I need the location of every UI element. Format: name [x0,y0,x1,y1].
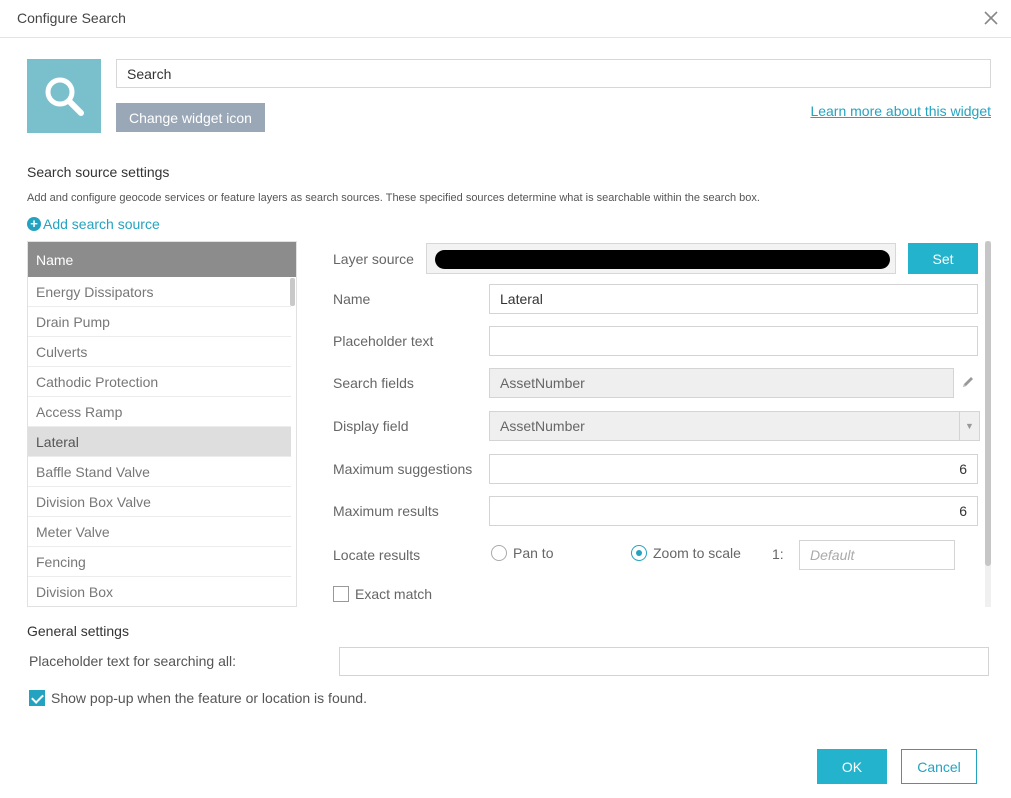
redacted-url [435,250,890,269]
exact-match-label: Exact match [355,586,433,602]
configure-search-dialog: Configure Search Change widget icon Lear… [0,0,1011,798]
zoom-to-scale-label: Zoom to scale [653,545,741,561]
list-item[interactable]: Baffle Stand Valve [28,457,291,487]
scale-prefix: 1: [772,546,784,562]
exact-match-option[interactable]: Exact match [333,586,432,602]
form-scrollbar[interactable] [985,241,991,607]
zoom-to-scale-radio-option[interactable]: Zoom to scale [631,545,741,561]
locate-results-label: Locate results [333,547,421,563]
close-icon[interactable] [981,8,1001,28]
display-field-value: AssetNumber [500,418,585,434]
widget-icon-preview [27,59,101,133]
placeholder-text-input[interactable] [489,326,978,356]
layer-source-label: Layer source [333,251,414,267]
search-fields-label: Search fields [333,375,414,391]
list-item[interactable]: Drain Pump [28,307,291,337]
list-item[interactable]: Division Box Valve [28,487,291,517]
dialog-title-bar: Configure Search [0,0,1011,38]
list-item[interactable]: Cathodic Protection [28,367,291,397]
plus-circle-icon: + [27,217,41,231]
general-settings-title: General settings [27,623,129,639]
add-search-source-link[interactable]: + Add search source [27,216,160,232]
add-search-source-label: Add search source [43,216,160,232]
show-popup-option[interactable]: Show pop-up when the feature or location… [29,690,367,706]
list-item[interactable]: Fencing [28,547,291,577]
search-icon [45,77,84,116]
widget-label-input[interactable] [116,59,991,88]
layer-source-field [426,243,896,274]
search-source-list: Name Energy Dissipators Drain Pump Culve… [27,241,297,607]
placeholder-text-label: Placeholder text [333,333,434,349]
search-source-description: Add and configure geocode services or fe… [27,192,760,204]
change-widget-icon-button[interactable]: Change widget icon [116,103,265,132]
list-item[interactable]: Energy Dissipators [28,277,291,307]
name-label: Name [333,291,371,307]
zoom-to-scale-radio[interactable] [631,545,647,561]
maximum-results-input[interactable]: 6 [489,496,978,526]
list-header-name: Name [28,242,296,277]
exact-match-checkbox[interactable] [333,586,349,602]
pan-to-radio[interactable] [491,545,507,561]
list-item[interactable]: Meter Valve [28,517,291,547]
scale-input[interactable]: Default [799,540,955,570]
show-popup-checkbox[interactable] [29,690,45,706]
dialog-title: Configure Search [17,10,126,26]
list-item-selected[interactable]: Lateral [28,427,291,457]
pan-to-radio-option[interactable]: Pan to [491,545,553,561]
cancel-button[interactable]: Cancel [901,749,977,784]
form-scrollbar-thumb[interactable] [985,241,991,566]
display-field-label: Display field [333,418,409,434]
maximum-suggestions-input[interactable]: 6 [489,454,978,484]
set-layer-source-button[interactable]: Set [908,243,978,274]
search-source-settings-title: Search source settings [27,164,170,180]
maximum-results-label: Maximum results [333,503,439,519]
list-scrollbar-thumb[interactable] [290,278,295,306]
list-item[interactable]: Access Ramp [28,397,291,427]
search-fields-input: AssetNumber [489,368,954,398]
list-item[interactable]: Culverts [28,337,291,367]
name-input[interactable]: Lateral [489,284,978,314]
pencil-edit-icon[interactable] [960,374,976,390]
maximum-suggestions-label: Maximum suggestions [333,461,473,477]
chevron-down-icon: ▼ [959,412,979,440]
ok-button[interactable]: OK [817,749,887,784]
show-popup-label: Show pop-up when the feature or location… [51,690,367,706]
display-field-select[interactable]: AssetNumber ▼ [489,411,980,441]
list-item[interactable]: Division Box [28,577,291,606]
placeholder-all-label: Placeholder text for searching all: [29,653,236,669]
pan-to-label: Pan to [513,545,554,561]
learn-more-link[interactable]: Learn more about this widget [810,103,991,119]
placeholder-all-input[interactable] [339,647,989,676]
